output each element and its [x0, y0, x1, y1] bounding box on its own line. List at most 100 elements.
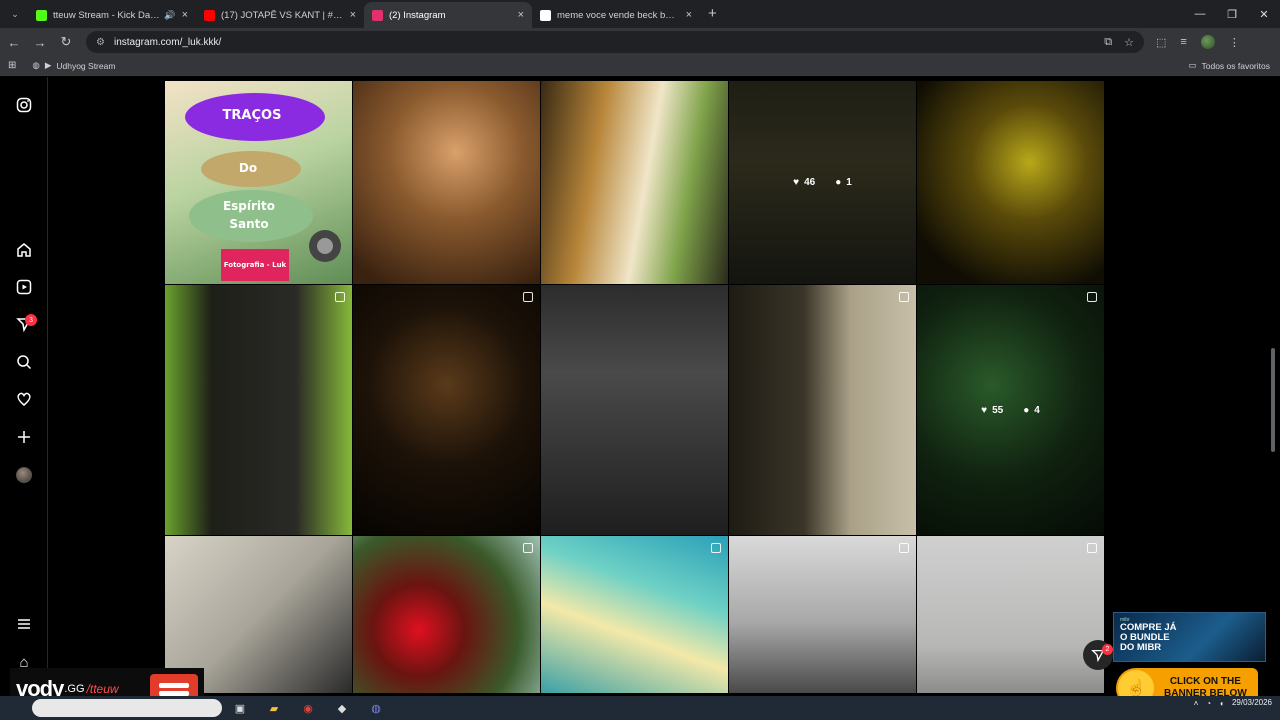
globe-icon: ◍: [32, 60, 40, 70]
post-thumbnail[interactable]: [353, 81, 540, 284]
post-thumbnail[interactable]: [353, 536, 540, 693]
tab-close-icon[interactable]: ×: [350, 9, 356, 21]
post-thumbnail[interactable]: [165, 285, 352, 535]
search-icon[interactable]: [14, 352, 34, 372]
folder-icon: ▭: [1188, 60, 1197, 70]
carousel-icon: [711, 543, 721, 553]
instagram-sidebar: 3 ⌂: [0, 77, 48, 720]
menu-icon[interactable]: ⋮: [1229, 36, 1240, 49]
all-favorites[interactable]: ▭ Todos os favoritos: [1188, 60, 1270, 71]
tab-close-icon[interactable]: ×: [518, 9, 524, 21]
post-thumbnail[interactable]: [917, 81, 1104, 284]
forward-button[interactable]: →: [28, 30, 52, 54]
address-bar[interactable]: ⚙ instagram.com/_luk.kkk/ ⧉ ☆: [86, 31, 1144, 53]
dm-badge: 2: [1102, 644, 1113, 655]
post-thumbnail[interactable]: [353, 285, 540, 535]
post-hover-overlay: ♥ 55 ● 4: [917, 285, 1104, 535]
browser-tab[interactable]: (2) Instagram ×: [364, 2, 532, 28]
reload-button[interactable]: ↻: [54, 30, 78, 54]
carousel-icon: [1087, 543, 1097, 553]
apps-grid-icon[interactable]: ⊞: [8, 60, 16, 71]
profile-avatar-icon[interactable]: [16, 467, 32, 483]
window-controls: — ❐ ✕: [1184, 0, 1280, 28]
back-button[interactable]: ←: [2, 30, 26, 54]
notification-badge: 3: [25, 314, 37, 326]
cast-icon[interactable]: ⧉: [1104, 36, 1112, 49]
restore-button[interactable]: ❐: [1216, 0, 1248, 28]
discord-icon[interactable]: ◍: [366, 698, 386, 718]
collage-text: TRAÇOS: [222, 108, 282, 123]
comment-bubble-icon: ●: [1023, 404, 1030, 416]
tab-close-icon[interactable]: ×: [686, 9, 692, 21]
volume-icon[interactable]: ◖: [1219, 699, 1224, 708]
post-thumbnail[interactable]: [729, 536, 916, 693]
heart-filled-icon: ♥: [981, 404, 988, 416]
task-view-icon[interactable]: ▣: [230, 698, 250, 718]
network-icon[interactable]: ◔: [1206, 699, 1211, 708]
tab-title: tteuw Stream - Kick Dashbo: [53, 9, 161, 21]
site-info-icon[interactable]: ⚙: [96, 37, 108, 48]
windows-taskbar: ▣ ▰ ◉ ◆ ◍ ˄ ◔ ◖ 29/03/2026: [0, 696, 1280, 720]
taskbar-search-box[interactable]: [32, 699, 222, 717]
bookmark-item[interactable]: ◍ ▶ Udhyog Stream: [32, 60, 115, 71]
more-menu-icon[interactable]: [14, 614, 34, 634]
tab-search-button[interactable]: ⌄: [4, 3, 26, 25]
bookmarks-bar: ⊞ ◍ ▶ Udhyog Stream ▭ Todos os favoritos: [0, 56, 1280, 76]
tab-audio-icon[interactable]: 🔊: [164, 10, 175, 21]
post-thumbnail[interactable]: ♥ 46 ● 1: [729, 81, 916, 284]
post-thumbnail[interactable]: [541, 81, 728, 284]
create-icon[interactable]: [14, 427, 34, 447]
new-tab-button[interactable]: +: [708, 5, 717, 22]
post-thumbnail[interactable]: [917, 536, 1104, 693]
collage-text: Santo: [229, 217, 269, 231]
carousel-icon: [899, 292, 909, 302]
browser-tab[interactable]: tteuw Stream - Kick Dashbo 🔊 ×: [28, 2, 196, 28]
profile-post-grid: TRAÇOS Do Espírito Santo Fotografia - Luk ♥ 46…: [165, 81, 1105, 693]
chrome-icon[interactable]: ◉: [298, 698, 318, 718]
home-icon[interactable]: [14, 240, 34, 260]
browser-tab[interactable]: (17) JOTAPÊ VS KANT | #FMSBR ×: [196, 2, 364, 28]
browser-tab[interactable]: meme voce vende beck bolado ×: [532, 2, 700, 28]
collage-text: Espírito: [222, 199, 276, 213]
favorites-label: Todos os favoritos: [1201, 60, 1270, 71]
clock[interactable]: 29/03/2026: [1232, 698, 1272, 708]
bookmark-star-icon[interactable]: ☆: [1124, 36, 1134, 49]
tray-chevron-icon[interactable]: ˄: [1194, 699, 1199, 708]
comments-count: 1: [846, 177, 852, 188]
tab-close-icon[interactable]: ×: [182, 9, 188, 21]
post-thumbnail[interactable]: ♥ 55 ● 4: [917, 285, 1104, 535]
comments-stat: ● 4: [1023, 405, 1040, 416]
tab-title: (2) Instagram: [389, 9, 446, 21]
scrollbar-thumb[interactable]: [1271, 348, 1275, 452]
collage-text: Do: [238, 161, 258, 175]
reels-icon[interactable]: [14, 277, 34, 297]
likes-count: 55: [992, 404, 1004, 416]
minimize-button[interactable]: —: [1184, 0, 1216, 28]
tab-title: meme voce vende beck bolado: [557, 9, 680, 21]
file-explorer-icon[interactable]: ▰: [264, 698, 284, 718]
instagram-logo-icon[interactable]: [14, 95, 34, 115]
post-thumbnail[interactable]: TRAÇOS Do Espírito Santo Fotografia - Luk: [165, 81, 352, 284]
mibr-banner[interactable]: mibr COMPRE JÁ O BUNDLE DO MIBR: [1113, 612, 1266, 662]
app-diamond-icon[interactable]: ◆: [332, 698, 352, 718]
profile-avatar[interactable]: [1200, 35, 1215, 49]
tab-favicon-icon: [540, 9, 551, 21]
post-thumbnail[interactable]: [541, 285, 728, 535]
comments-count: 4: [1034, 404, 1040, 416]
tab-favicon-icon: [372, 9, 383, 21]
extensions-icon[interactable]: ⬚: [1156, 36, 1166, 49]
carousel-icon: [335, 292, 345, 302]
comment-bubble-icon: ●: [835, 177, 842, 188]
heart-icon[interactable]: [14, 389, 34, 409]
toolbar: ← → ↻ ⚙ instagram.com/_luk.kkk/ ⧉ ☆ ⬚ ≡ …: [0, 28, 1280, 56]
post-thumbnail[interactable]: [541, 536, 728, 693]
likes-count: 46: [804, 177, 816, 188]
carousel-icon: [523, 292, 533, 302]
vody-user: /tteuw: [86, 682, 119, 696]
bookmark-label: Udhyog Stream: [56, 60, 116, 71]
media-control-icon[interactable]: ≡: [1180, 36, 1186, 48]
post-thumbnail[interactable]: [729, 285, 916, 535]
tab-title: (17) JOTAPÊ VS KANT | #FMSBR: [221, 9, 344, 21]
click-line-1: CLICK ON THE: [1169, 676, 1241, 687]
close-window-button[interactable]: ✕: [1248, 0, 1280, 28]
